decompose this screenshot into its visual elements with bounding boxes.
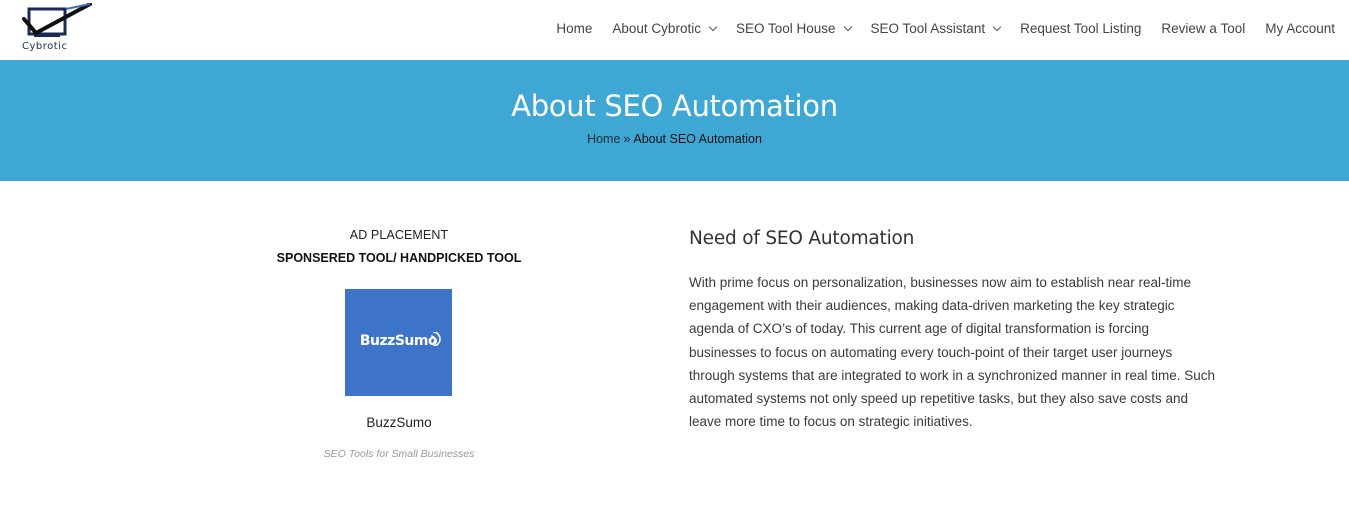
chevron-down-icon bbox=[992, 22, 1002, 31]
nav-request-tool-listing-label: Request Tool Listing bbox=[1020, 21, 1142, 36]
logo-text: Cybrotic bbox=[22, 41, 68, 52]
nav-seo-tool-assistant-label: SEO Tool Assistant bbox=[870, 21, 986, 36]
buzzsumo-logo-image[interactable]: BuzzSumo bbox=[345, 289, 452, 396]
nav-my-account-label: My Account bbox=[1265, 21, 1335, 36]
nav-home-label: Home bbox=[556, 21, 593, 36]
ad-subtitle: SPONSERED TOOL/ HANDPICKED TOOL bbox=[276, 251, 522, 265]
breadcrumb: Home» About SEO Automation bbox=[0, 132, 1349, 146]
breadcrumb-home-link[interactable]: Home bbox=[587, 132, 620, 146]
nav-seo-tool-assistant[interactable]: SEO Tool Assistant bbox=[870, 21, 1002, 36]
nav-home[interactable]: Home bbox=[556, 21, 592, 36]
breadcrumb-separator: » bbox=[623, 132, 631, 146]
nav-review-a-tool[interactable]: Review a Tool bbox=[1161, 21, 1245, 36]
page-title: About SEO Automation bbox=[511, 89, 838, 123]
nav-seo-tool-house[interactable]: SEO Tool House bbox=[735, 21, 852, 36]
site-header: Cybrotic Home About Cybrotic SEO Tool Ho… bbox=[0, 0, 1349, 60]
monitor-check-icon bbox=[22, 2, 92, 37]
signal-waves-icon bbox=[430, 332, 441, 346]
ad-tool-name[interactable]: BuzzSumo bbox=[238, 415, 560, 430]
nav-about-cybrotic[interactable]: About Cybrotic bbox=[612, 21, 718, 36]
ad-tagline: SEO Tools for Small Businesses bbox=[323, 448, 475, 460]
ad-placement: AD PLACEMENT SPONSERED TOOL/ HANDPICKED … bbox=[238, 228, 560, 460]
article-title: Need of SEO Automation bbox=[689, 228, 915, 249]
chevron-down-icon bbox=[708, 22, 718, 31]
main-nav: Home About Cybrotic SEO Tool House SEO T… bbox=[536, 0, 1335, 57]
nav-seo-tool-house-label: SEO Tool House bbox=[735, 21, 836, 36]
nav-request-tool-listing[interactable]: Request Tool Listing bbox=[1020, 21, 1141, 36]
nav-review-a-tool-label: Review a Tool bbox=[1161, 21, 1246, 36]
nav-my-account[interactable]: My Account bbox=[1265, 21, 1335, 36]
chevron-down-icon bbox=[843, 22, 852, 31]
nav-about-cybrotic-label: About Cybrotic bbox=[612, 21, 701, 36]
article-body: With prime focus on personalization, bus… bbox=[689, 275, 1216, 430]
page-title-banner: About SEO Automation Home» About SEO Auto… bbox=[0, 60, 1349, 181]
main-article: Need of SEO Automation With prime focus … bbox=[689, 228, 1219, 433]
ad-label: AD PLACEMENT bbox=[349, 228, 449, 242]
breadcrumb-current: About SEO Automation bbox=[633, 132, 762, 146]
